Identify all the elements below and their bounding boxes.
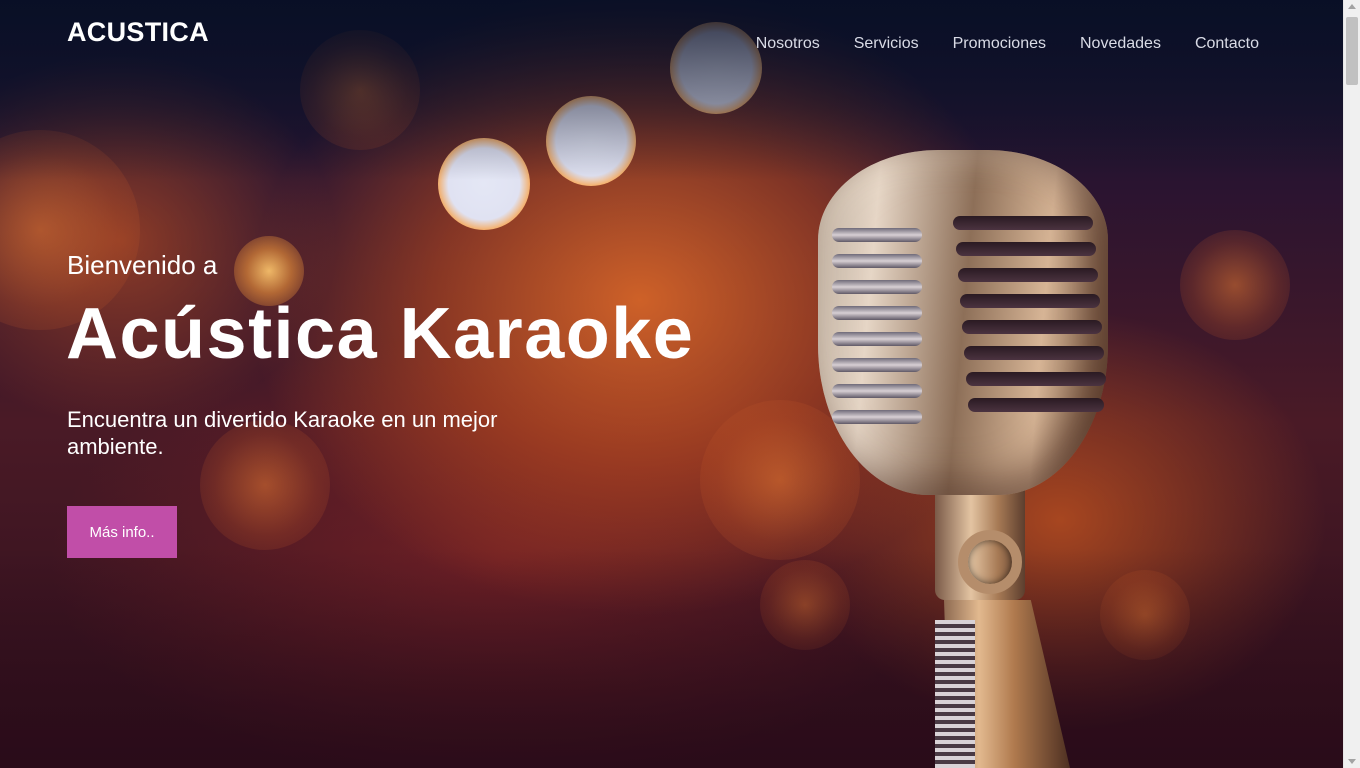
scrollbar-thumb[interactable] <box>1346 17 1358 85</box>
brand-logo[interactable]: ACUSTICA <box>67 17 209 48</box>
more-info-button[interactable]: Más info.. <box>67 506 177 558</box>
page-scrollbar[interactable] <box>1343 0 1360 768</box>
bokeh-light <box>1180 230 1290 340</box>
microphone-head <box>818 150 1108 495</box>
scroll-up-arrow-icon[interactable] <box>1348 4 1356 9</box>
microphone-image <box>810 150 1120 768</box>
hero-bottom-gradient <box>0 548 1343 768</box>
scroll-down-arrow-icon[interactable] <box>1348 759 1356 764</box>
hero-section: ACUSTICA Nosotros Servicios Promociones … <box>0 0 1343 768</box>
main-nav: Nosotros Servicios Promociones Novedades… <box>739 35 1259 53</box>
nav-item-servicios[interactable]: Servicios <box>837 35 936 53</box>
hero-subtitle: Encuentra un divertido Karaoke en un mej… <box>67 407 498 459</box>
microphone-clamp <box>935 620 975 768</box>
nav-item-novedades[interactable]: Novedades <box>1063 35 1178 53</box>
hero-welcome-text: Bienvenido a <box>67 250 218 280</box>
nav-item-promociones[interactable]: Promociones <box>936 35 1063 53</box>
nav-item-nosotros[interactable]: Nosotros <box>739 35 837 53</box>
microphone-ring <box>958 530 1022 594</box>
nav-item-contacto[interactable]: Contacto <box>1178 35 1259 53</box>
hero-title: Acústica Karaoke <box>66 294 695 374</box>
